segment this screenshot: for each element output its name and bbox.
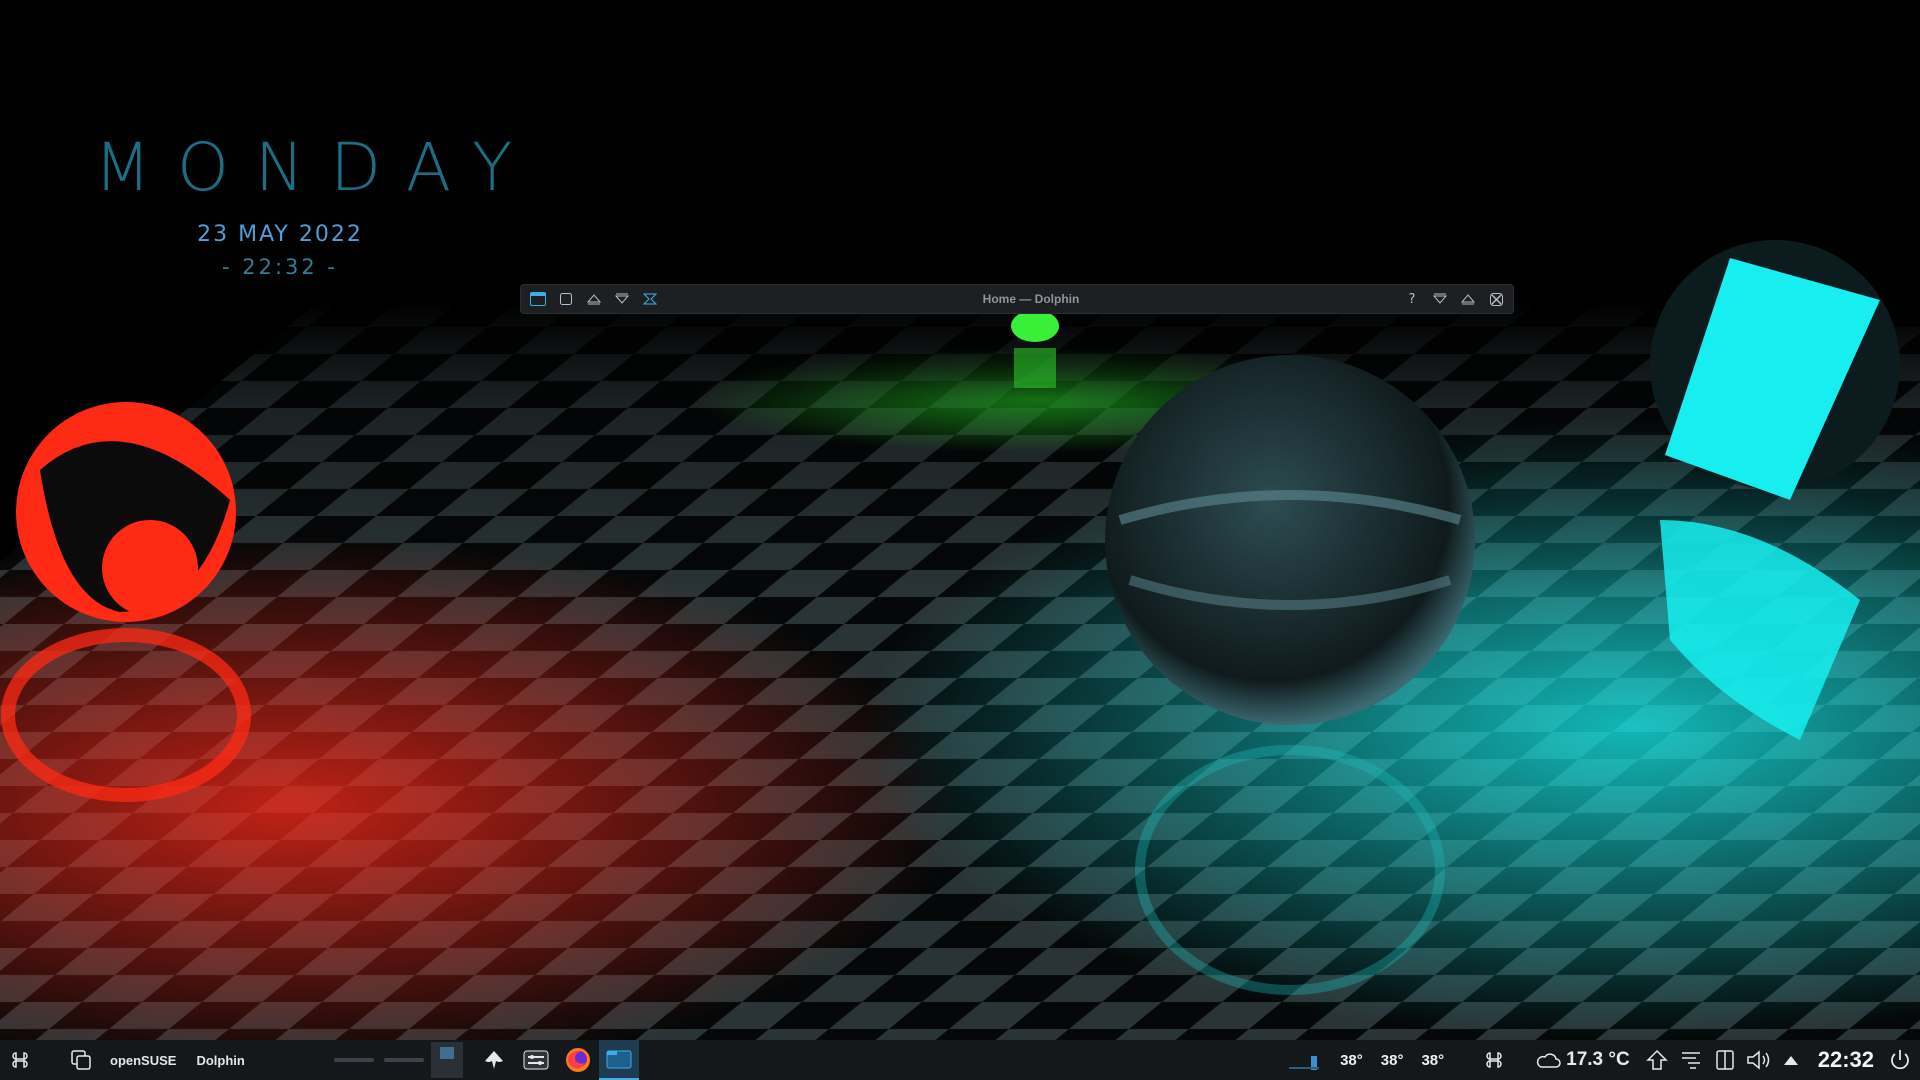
- volume-icon[interactable]: [1742, 1040, 1776, 1080]
- firefox-icon[interactable]: [557, 1040, 599, 1080]
- digital-clock[interactable]: 22:32: [1818, 1040, 1874, 1080]
- maximize-icon[interactable]: [1457, 288, 1479, 310]
- inkscape-icon[interactable]: [473, 1040, 515, 1080]
- dolphin-icon[interactable]: [598, 1040, 639, 1080]
- date-label: 23 MAY 2022: [197, 222, 363, 247]
- weather-cloud-icon[interactable]: [1534, 1040, 1562, 1080]
- temperature-sensor-2: 38°: [1380, 1051, 1404, 1069]
- window-list-icon[interactable]: [68, 1040, 94, 1080]
- desktop: MONDAY 23 MAY 2022 - 22:32 - Home — Dolp…: [0, 0, 1920, 1080]
- kde-launcher-icon[interactable]: [0, 1040, 40, 1080]
- desktop-clock-widget: MONDAY 23 MAY 2022 - 22:32 -: [80, 128, 539, 279]
- weather-temperature[interactable]: 17.3 °C: [1566, 1040, 1630, 1080]
- settings-icon[interactable]: [515, 1040, 557, 1080]
- on-all-desktops-icon[interactable]: [555, 288, 577, 310]
- temperature-sensor-1: 38°: [1340, 1051, 1363, 1069]
- launcher-shortcut-icon[interactable]: [1474, 1040, 1514, 1080]
- power-icon[interactable]: [1880, 1040, 1920, 1080]
- keep-below-icon[interactable]: [611, 288, 633, 310]
- virtual-desktop-pager: [329, 1040, 465, 1080]
- dolphin-window-titlebar[interactable]: Home — Dolphin ?: [520, 284, 1514, 314]
- help-icon[interactable]: ?: [1401, 288, 1423, 310]
- pager-desktop-3[interactable]: [430, 1042, 463, 1078]
- show-hidden-icons-arrow[interactable]: [1776, 1040, 1806, 1080]
- shade-icon[interactable]: [639, 288, 661, 310]
- network-icon[interactable]: [1674, 1040, 1708, 1080]
- day-name: MONDAY: [94, 129, 539, 206]
- pager-desktop-2[interactable]: [381, 1047, 427, 1073]
- system-monitor-graph[interactable]: [1286, 1040, 1326, 1080]
- temperature-sensor-3: 38°: [1421, 1051, 1445, 1069]
- keep-above-icon[interactable]: [583, 288, 605, 310]
- clipboard-icon[interactable]: [1708, 1040, 1742, 1080]
- updates-icon[interactable]: [1640, 1040, 1674, 1080]
- window-menu-icon[interactable]: [527, 288, 549, 310]
- task-opensuse[interactable]: openSUSE: [110, 1040, 176, 1080]
- taskbar: openSUSE Dolphin 38° 38° 38° 17.3 °C 22:…: [0, 1040, 1920, 1080]
- task-dolphin[interactable]: Dolphin: [196, 1040, 244, 1080]
- pager-desktop-1[interactable]: [331, 1047, 377, 1073]
- time-label: - 22:32 -: [221, 255, 339, 279]
- minimize-icon[interactable]: [1429, 288, 1451, 310]
- close-icon[interactable]: [1485, 288, 1507, 310]
- window-title: Home — Dolphin: [982, 292, 1080, 306]
